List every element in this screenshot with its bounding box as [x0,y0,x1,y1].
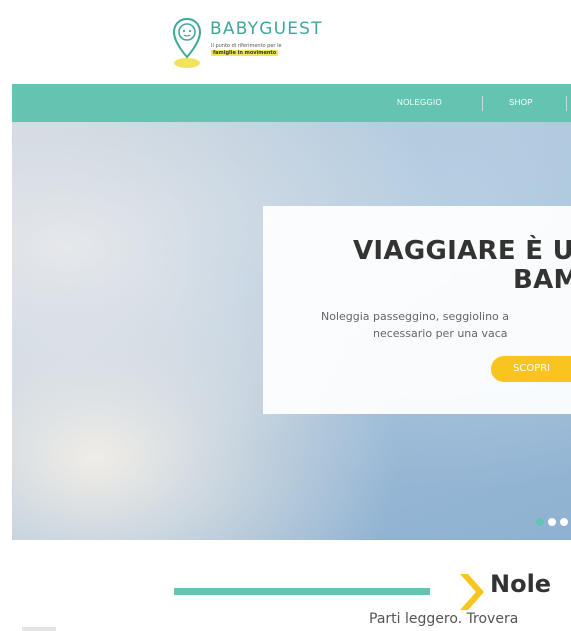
hero-slider: VIAGGIARE È U BAM Noleggia passeggino, s… [12,122,571,540]
pin-baby-icon[interactable] [172,17,202,69]
nav-divider [566,96,567,111]
hero-card: VIAGGIARE È U BAM Noleggia passeggino, s… [263,206,571,414]
slider-dot-3[interactable] [560,518,568,526]
brand-tagline: Il punto di riferimento per le [211,43,282,49]
site-header: BABYGUEST Il punto di riferimento per le… [0,0,571,84]
rental-section: Nole Parti leggero. Trovera [0,540,571,631]
section-divider-line [174,588,430,595]
discover-button[interactable]: SCOPRI [491,356,571,382]
brand-tagline-highlight: famiglie in movimento [211,50,279,56]
section-subtitle: Parti leggero. Trovera [369,611,519,627]
chevron-right-icon [460,574,484,610]
main-nav: NOLEGGIO SHOP [12,84,571,122]
nav-divider [482,96,483,111]
section-title: Nole [490,570,552,598]
hero-title-line2: BAM [513,265,571,295]
hero-text-line1: Noleggia passeggino, seggiolino a [321,310,510,323]
slider-dot-1[interactable] [536,518,544,526]
side-tab[interactable] [22,627,56,631]
nav-item-noleggio[interactable]: NOLEGGIO [397,84,442,122]
nav-item-shop[interactable]: SHOP [509,84,533,122]
hero-text-line2: necessario per una vaca [373,327,508,340]
brand-name[interactable]: BABYGUEST [210,19,323,39]
slider-dot-2[interactable] [548,518,556,526]
hero-title-line1: VIAGGIARE È U [353,236,571,266]
